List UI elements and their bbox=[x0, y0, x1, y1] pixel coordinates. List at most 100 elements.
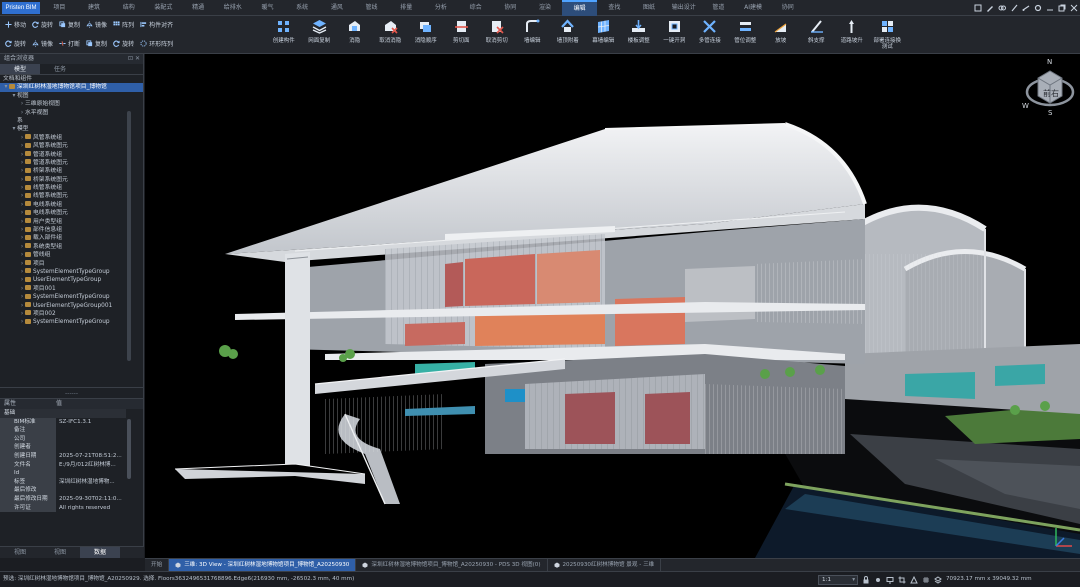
tree-item[interactable]: › SystemElementTypeGroup bbox=[0, 318, 143, 326]
document-tab[interactable]: 三维: 3D View - 深圳红树林湿地博物馆项目_博物馆_A20250930 bbox=[169, 559, 357, 571]
ribbon-button[interactable]: 构件对齐 bbox=[138, 18, 175, 30]
tree-item[interactable]: › 水平视图 bbox=[0, 109, 143, 117]
tab-model[interactable]: 模型 bbox=[0, 64, 40, 74]
ribbon-large-button[interactable]: 取消消隐 bbox=[373, 17, 409, 53]
property-value[interactable] bbox=[56, 469, 126, 478]
ribbon-button[interactable]: 复制 bbox=[57, 18, 82, 30]
view-cube[interactable]: 前右 N W S bbox=[1022, 56, 1076, 116]
crop-icon[interactable] bbox=[898, 576, 906, 584]
document-tab[interactable]: 20250930红树林博物馆 景观 - 三维 bbox=[548, 559, 662, 571]
menu-tab[interactable]: 图纸 bbox=[632, 0, 667, 16]
ribbon-large-button[interactable]: 消隐顺序 bbox=[408, 17, 444, 53]
tree-item[interactable]: › SystemElementTypeGroup bbox=[0, 268, 143, 276]
property-row[interactable]: 标签 深圳红树林湿地博物... bbox=[0, 477, 143, 487]
brush-icon[interactable] bbox=[1009, 3, 1018, 13]
ribbon-large-button[interactable]: 斜支撑 bbox=[799, 17, 835, 53]
document-tab[interactable]: 开始 bbox=[145, 559, 170, 571]
ribbon-large-button[interactable]: 放坡 bbox=[763, 17, 799, 53]
tree-item[interactable]: ▾ 模型 bbox=[0, 125, 143, 133]
property-row[interactable]: 创建日期 2025-07-21T08:51:2... bbox=[0, 451, 143, 461]
ribbon-button[interactable]: 阵列 bbox=[111, 18, 136, 30]
menu-tab[interactable]: 管道 bbox=[701, 0, 736, 16]
menu-tab[interactable]: 分析 bbox=[424, 0, 459, 16]
menu-tab[interactable]: 系统 bbox=[285, 0, 320, 16]
menu-tab[interactable]: 管线 bbox=[354, 0, 389, 16]
property-value[interactable] bbox=[56, 443, 126, 452]
menu-tab[interactable]: 协同 bbox=[770, 0, 805, 16]
menu-tab[interactable]: 通风 bbox=[320, 0, 355, 16]
property-row[interactable]: 许可证 All rights reserved bbox=[0, 503, 143, 513]
menu-tab[interactable]: 建筑 bbox=[77, 0, 112, 16]
ribbon-large-button[interactable]: 剪切面 bbox=[444, 17, 480, 53]
ribbon-button[interactable]: 镜像 bbox=[30, 37, 55, 49]
property-row[interactable]: 最后修改 bbox=[0, 486, 143, 495]
menu-tab[interactable]: 结构 bbox=[111, 0, 146, 16]
tree-item[interactable]: › 桥架系统组 bbox=[0, 167, 143, 175]
property-row[interactable]: Id bbox=[0, 469, 143, 478]
close-icon[interactable] bbox=[1069, 3, 1078, 13]
menu-tab[interactable]: 给排水 bbox=[215, 0, 250, 16]
menu-tab[interactable]: 排量 bbox=[389, 0, 424, 16]
zoom-select[interactable]: 1:1 bbox=[818, 574, 858, 585]
layers-status-icon[interactable] bbox=[934, 575, 942, 584]
tree-item[interactable]: › 线管系统图元 bbox=[0, 192, 143, 200]
ribbon-large-button[interactable]: 道路坡升 bbox=[834, 17, 870, 53]
display-icon[interactable] bbox=[886, 576, 894, 584]
menu-tab[interactable]: 项目 bbox=[42, 0, 77, 16]
pen-icon[interactable] bbox=[985, 3, 994, 13]
ribbon-button[interactable]: 环形阵列 bbox=[138, 37, 175, 49]
tab-task[interactable]: 任务 bbox=[40, 64, 80, 74]
menu-tab[interactable]: 查找 bbox=[597, 0, 632, 16]
settings-icon[interactable] bbox=[1033, 3, 1042, 13]
tree-item[interactable]: ▾ 深圳红树林湿地博物馆项目_博物馆 bbox=[0, 83, 143, 92]
ribbon-button[interactable]: 旋转 bbox=[3, 37, 28, 49]
menu-tab[interactable]: 输出设计 bbox=[666, 0, 701, 16]
tree-item[interactable]: 系 bbox=[0, 117, 143, 125]
tree-item[interactable]: › 项目002 bbox=[0, 310, 143, 318]
ribbon-large-button[interactable]: 创建构件 bbox=[266, 17, 302, 53]
tree-item[interactable]: › UserElementTypeGroup bbox=[0, 276, 143, 284]
panel-splitter[interactable]: ------ bbox=[0, 387, 143, 399]
tree-item[interactable]: › 项目 bbox=[0, 260, 143, 268]
ribbon-large-button[interactable]: 楼板调整 bbox=[621, 17, 657, 53]
property-value[interactable]: 2025-07-21T08:51:2... bbox=[56, 452, 126, 461]
minimize-icon[interactable] bbox=[1045, 3, 1054, 13]
property-value[interactable]: 2025-09-30T02:11:0... bbox=[56, 495, 126, 504]
ribbon-large-button[interactable]: 部署连接换测试 bbox=[870, 17, 906, 53]
tree-item[interactable]: › 电线系统图元 bbox=[0, 209, 143, 217]
ribbon-large-button[interactable]: 管位调整 bbox=[728, 17, 764, 53]
property-value[interactable]: All rights reserved bbox=[56, 504, 126, 513]
measure-icon[interactable] bbox=[1021, 3, 1030, 13]
property-row[interactable]: 基础 bbox=[0, 409, 143, 418]
snap-icon[interactable] bbox=[910, 575, 918, 584]
restore-icon[interactable] bbox=[1057, 3, 1066, 13]
property-row[interactable]: 公司 bbox=[0, 434, 143, 444]
tree-item[interactable]: › SystemElementTypeGroup bbox=[0, 293, 143, 301]
property-value[interactable] bbox=[56, 426, 126, 435]
tree-item[interactable]: › 电线系统组 bbox=[0, 201, 143, 209]
property-row[interactable]: 创建者 bbox=[0, 443, 143, 452]
ribbon-button[interactable]: 移动 bbox=[3, 18, 28, 30]
tree-item[interactable]: › 线管系统组 bbox=[0, 184, 143, 192]
property-value[interactable]: E:/9月/012红树林博... bbox=[56, 461, 126, 470]
tree-item[interactable]: › 桥架系统图元 bbox=[0, 176, 143, 184]
tree-item[interactable]: › 管线组 bbox=[0, 251, 143, 259]
menu-tab[interactable]: 综合 bbox=[458, 0, 493, 16]
tree-item[interactable]: ▾ 视图 bbox=[0, 92, 143, 100]
ribbon-button[interactable]: 旋转 bbox=[111, 37, 136, 49]
menu-tab[interactable]: 协同 bbox=[493, 0, 528, 16]
tree-item[interactable]: › 部件信息组 bbox=[0, 226, 143, 234]
link-icon[interactable] bbox=[997, 3, 1006, 13]
tree-item[interactable]: › 载入部件组 bbox=[0, 234, 143, 242]
tree-item[interactable]: › 三维原始视图 bbox=[0, 100, 143, 108]
menu-tab[interactable]: AI建模 bbox=[736, 0, 771, 16]
panel-bottom-tab[interactable]: 视图 bbox=[40, 547, 80, 558]
property-value[interactable]: 深圳红树林湿地博物... bbox=[56, 478, 126, 487]
property-row[interactable]: BIM标准 SZ-IFC1.3.1 bbox=[0, 417, 143, 427]
menu-tab[interactable]: 装配式 bbox=[146, 0, 181, 16]
menu-tab[interactable]: 渲染 bbox=[528, 0, 563, 16]
tree-item[interactable]: › UserElementTypeGroup001 bbox=[0, 302, 143, 310]
ribbon-button[interactable]: 复制 bbox=[84, 37, 109, 49]
tree-item[interactable]: › 项目001 bbox=[0, 285, 143, 293]
property-value[interactable] bbox=[56, 435, 126, 444]
